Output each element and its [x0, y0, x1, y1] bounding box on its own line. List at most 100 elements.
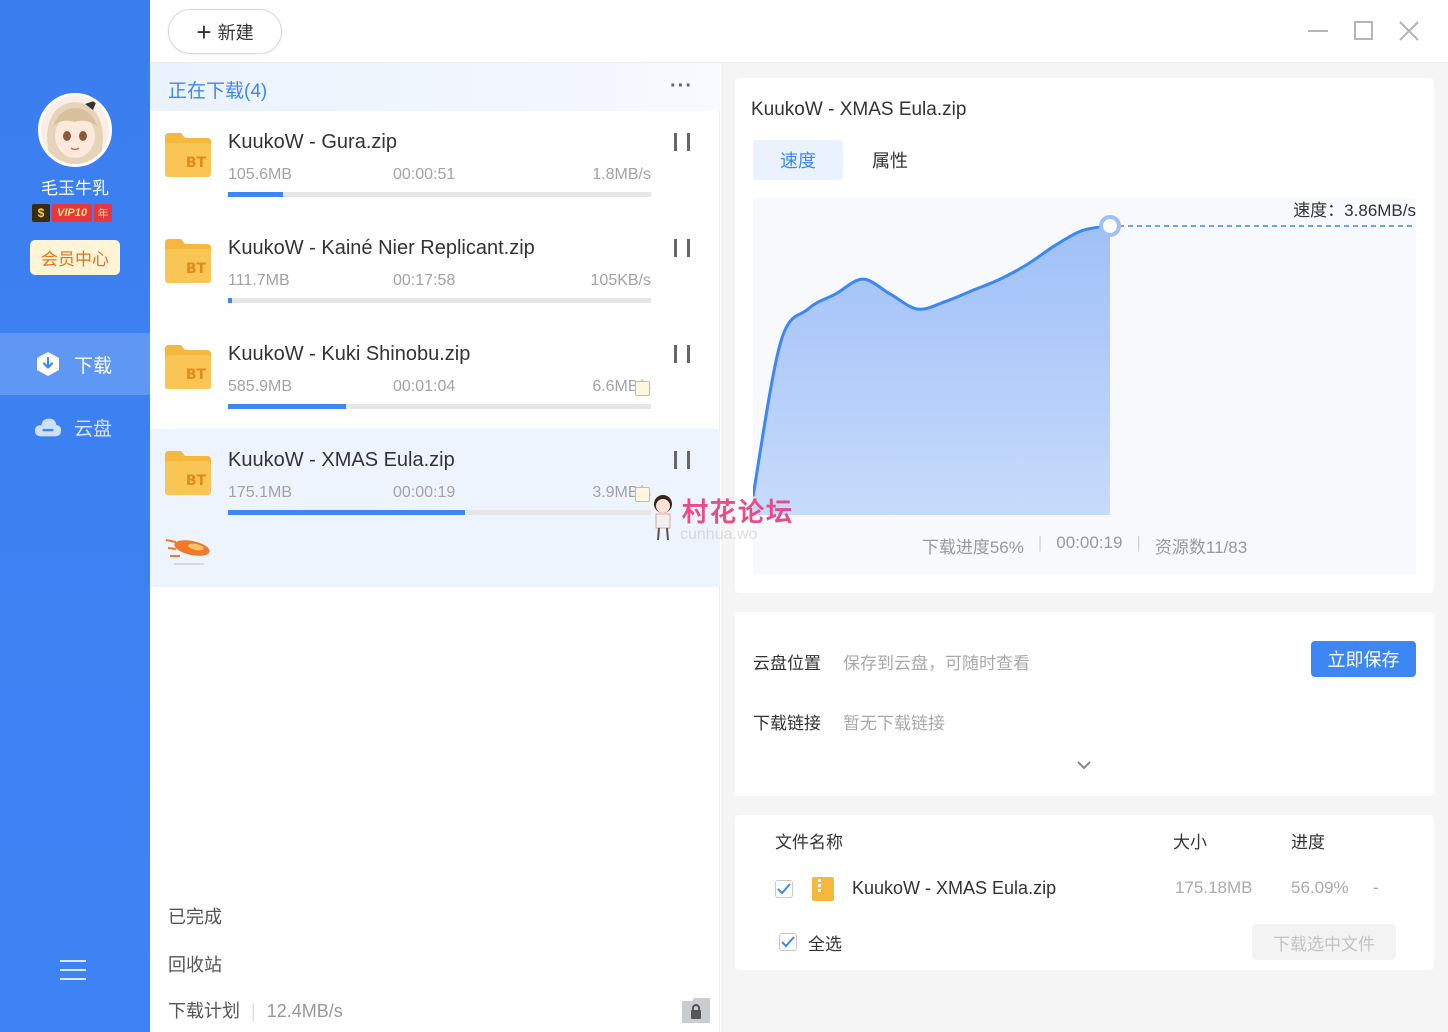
vip-badges[interactable]: $ VIP10 年	[32, 204, 112, 222]
task-time: 00:00:19	[393, 484, 456, 501]
pause-icon[interactable]	[674, 239, 690, 257]
pause-icon[interactable]	[674, 133, 690, 151]
file-progress: 56.09%	[1291, 878, 1349, 897]
vip-level-badge: VIP10	[52, 204, 92, 222]
stat-sources: 资源数11/83	[1154, 538, 1248, 557]
task-progress-track	[228, 192, 651, 197]
completed-link[interactable]: 已完成	[168, 903, 222, 929]
pause-icon[interactable]	[674, 451, 690, 469]
task-progress-fill	[228, 192, 283, 197]
download-task-row[interactable]: BT KuukoW - Kuki Shinobu.zip 585.9MB 00:01:…	[150, 323, 720, 429]
nav-label-cloud: 云盘	[74, 418, 113, 440]
list-header: 正在下载(4) ···	[150, 63, 720, 111]
downloading-tab[interactable]: 正在下载(4)	[168, 76, 267, 103]
sidebar: 毛玉牛乳 $ VIP10 年 会员中心 下载 云盘	[0, 0, 150, 1032]
file-name: KuukoW - XMAS Eula.zip	[852, 878, 1057, 898]
cloud-location-value: 保存到云盘，可随时查看	[843, 654, 1030, 673]
download-plan-label: 下载计划	[168, 1001, 240, 1021]
task-progress-fill	[228, 298, 233, 303]
task-size: 585.9MB	[228, 378, 293, 395]
close-icon[interactable]	[1397, 20, 1421, 42]
col-progress: 进度	[1291, 833, 1325, 852]
vip-year-badge: 年	[93, 204, 112, 222]
new-task-button[interactable]: + 新建	[168, 9, 282, 54]
current-speed-point	[1099, 214, 1121, 237]
task-progress-track	[228, 404, 651, 409]
zip-file-icon	[812, 877, 834, 901]
speed-chart	[751, 198, 1416, 574]
minimize-icon[interactable]	[1306, 20, 1330, 42]
bt-badge: BT	[186, 155, 207, 171]
tab-speed[interactable]: 速度	[753, 140, 843, 180]
task-progress-track	[228, 298, 651, 303]
vip-s-badge: $	[32, 204, 50, 222]
stat-progress: 下载进度56%	[921, 538, 1024, 557]
bt-folder-icon: BT	[165, 133, 211, 177]
lock-icon[interactable]	[680, 995, 712, 1025]
speed-area	[753, 225, 1110, 515]
download-task-row[interactable]: BT KuukoW - XMAS Eula.zip 175.1MB 00:00:19 3…	[150, 429, 720, 587]
username: 毛玉牛乳	[41, 179, 109, 198]
current-speed-label: 速度：3.86MB/s	[1293, 201, 1416, 220]
member-center-button[interactable]: 会员中心	[30, 240, 120, 275]
task-time: 00:00:51	[393, 166, 456, 183]
more-icon[interactable]: ···	[670, 75, 693, 98]
chevron-down-icon[interactable]	[1075, 758, 1093, 770]
avatar[interactable]	[38, 93, 112, 167]
task-progress-fill	[228, 404, 347, 409]
accelerate-icon[interactable]	[635, 381, 650, 396]
bt-badge: BT	[186, 367, 207, 383]
accelerate-icon[interactable]	[635, 487, 650, 502]
new-task-label: 新建	[217, 22, 254, 43]
task-time: 00:01:04	[393, 378, 456, 395]
tab-properties[interactable]: 属性	[853, 140, 927, 180]
task-size: 175.1MB	[228, 484, 293, 501]
speed-card: KuukoW - XMAS Eula.zip 速度 属性 速度：3.86MB/s…	[735, 78, 1434, 593]
file-extra: -	[1373, 878, 1379, 897]
task-speed: 1.8MB/s	[592, 166, 651, 183]
download-list-panel: 正在下载(4) ··· BT KuukoW - Gura.zip 105.6MB 00…	[150, 63, 720, 1032]
bt-badge: BT	[186, 261, 207, 277]
rocket-accelerate-icon[interactable]	[164, 534, 214, 570]
download-plan[interactable]: 下载计划 | 12.4MB/s	[168, 997, 343, 1023]
task-speed: 105KB/s	[590, 272, 651, 289]
save-now-button[interactable]: 立即保存	[1311, 641, 1416, 677]
stat-time: 00:00:19	[1056, 533, 1123, 552]
bt-folder-icon: BT	[165, 239, 211, 283]
task-name: KuukoW - Gura.zip	[228, 131, 397, 153]
download-link-label: 下载链接	[753, 714, 821, 733]
nav-item-cloud[interactable]: 云盘	[0, 396, 150, 458]
select-all-checkbox[interactable]	[779, 933, 797, 951]
nav-item-download[interactable]: 下载	[0, 333, 150, 395]
cloud-icon	[34, 413, 62, 441]
chart-stats: 下载进度56% | 00:00:19 | 资源数11/83	[921, 533, 1248, 557]
total-speed: 12.4MB/s	[266, 1001, 343, 1021]
file-list-card: 文件名称 大小 进度 KuukoW - XMAS Eula.zip 175.18…	[735, 815, 1434, 970]
download-link-value: 暂无下载链接	[843, 714, 945, 733]
bt-folder-icon: BT	[165, 451, 211, 495]
col-file-name: 文件名称	[775, 833, 843, 852]
task-time: 00:17:58	[393, 272, 456, 289]
pause-icon[interactable]	[674, 345, 690, 363]
nav-label-download: 下载	[74, 355, 113, 377]
task-name: KuukoW - Kainé Nier Replicant.zip	[228, 237, 535, 259]
download-selected-button[interactable]: 下载选中文件	[1252, 924, 1396, 960]
download-task-row[interactable]: BT KuukoW - Kainé Nier Replicant.zip 111.7…	[150, 217, 720, 323]
detail-title: KuukoW - XMAS Eula.zip	[751, 99, 967, 120]
recycle-link[interactable]: 回收站	[168, 951, 222, 977]
download-task-row[interactable]: BT KuukoW - Gura.zip 105.6MB 00:00:51 1.8MB/…	[150, 111, 720, 217]
task-progress-fill	[228, 510, 465, 515]
task-name: KuukoW - XMAS Eula.zip	[228, 449, 455, 471]
task-size: 111.7MB	[228, 272, 290, 289]
bt-folder-icon: BT	[165, 345, 211, 389]
select-all-label[interactable]: 全选	[808, 930, 842, 955]
bt-badge: BT	[186, 473, 207, 489]
download-icon	[34, 350, 62, 378]
task-size: 105.6MB	[228, 166, 293, 183]
file-checkbox[interactable]	[775, 880, 793, 898]
maximize-icon[interactable]	[1352, 20, 1376, 42]
file-size: 175.18MB	[1175, 878, 1253, 897]
menu-icon[interactable]	[60, 960, 86, 982]
task-progress-track	[228, 510, 651, 515]
cloud-location-label: 云盘位置	[753, 654, 821, 673]
